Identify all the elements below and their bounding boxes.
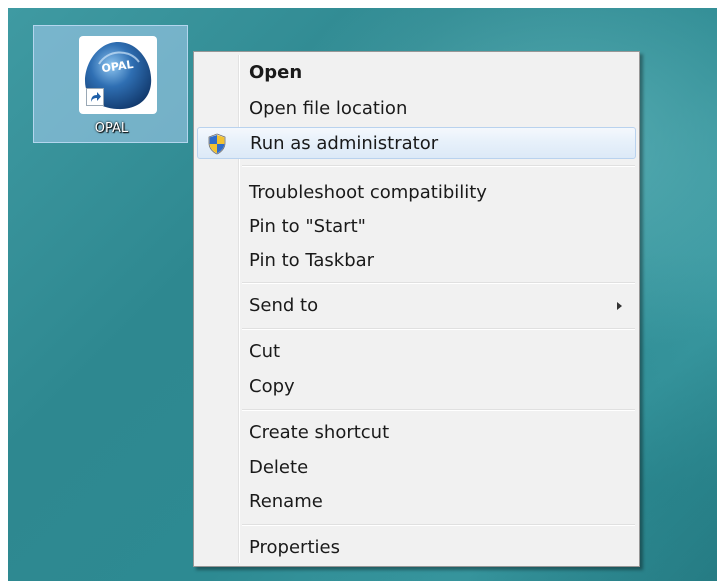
menu-item-open[interactable]: Open xyxy=(197,57,636,89)
opal-desktop-shortcut[interactable]: OPAL OPAL xyxy=(33,25,188,143)
menu-item-pin-to-start[interactable]: Pin to "Start" xyxy=(197,211,636,243)
menu-item-troubleshoot-compatibility[interactable]: Troubleshoot compatibility xyxy=(197,177,636,209)
menu-item-open-file-location[interactable]: Open file location xyxy=(197,93,636,125)
menu-separator xyxy=(242,282,635,284)
menu-item-label: Properties xyxy=(249,537,340,558)
menu-item-label: Cut xyxy=(249,341,281,362)
menu-separator xyxy=(242,328,635,330)
desktop: OPAL OPAL Open Open file location Run as… xyxy=(8,8,717,581)
menu-item-create-shortcut[interactable]: Create shortcut xyxy=(197,417,636,449)
menu-separator xyxy=(242,524,635,526)
menu-item-send-to[interactable]: Send to xyxy=(197,290,636,322)
desktop-icon-label: OPAL xyxy=(94,121,129,136)
menu-item-label: Open xyxy=(249,62,303,83)
menu-item-rename[interactable]: Rename xyxy=(197,486,636,518)
menu-separator xyxy=(242,409,635,411)
menu-separator xyxy=(242,165,635,167)
menu-item-label: Troubleshoot compatibility xyxy=(249,182,487,203)
context-menu: Open Open file location Run as administr… xyxy=(193,51,640,567)
menu-item-cut[interactable]: Cut xyxy=(197,336,636,368)
menu-item-label: Rename xyxy=(249,491,323,512)
menu-item-copy[interactable]: Copy xyxy=(197,371,636,403)
shortcut-arrow-icon xyxy=(86,88,104,106)
menu-item-label: Run as administrator xyxy=(250,133,439,154)
menu-item-label: Open file location xyxy=(249,98,408,119)
menu-item-label: Send to xyxy=(249,295,319,316)
menu-item-delete[interactable]: Delete xyxy=(197,452,636,484)
menu-item-label: Copy xyxy=(249,376,295,397)
menu-item-label: Pin to "Start" xyxy=(249,216,366,237)
menu-item-label: Pin to Taskbar xyxy=(249,250,375,271)
uac-shield-icon xyxy=(206,133,228,155)
submenu-arrow-icon xyxy=(617,302,622,310)
menu-item-properties[interactable]: Properties xyxy=(197,532,636,564)
menu-item-label: Delete xyxy=(249,457,309,478)
menu-item-label: Create shortcut xyxy=(249,422,390,443)
menu-item-pin-to-taskbar[interactable]: Pin to Taskbar xyxy=(197,245,636,277)
menu-item-run-as-administrator[interactable]: Run as administrator xyxy=(197,127,636,159)
